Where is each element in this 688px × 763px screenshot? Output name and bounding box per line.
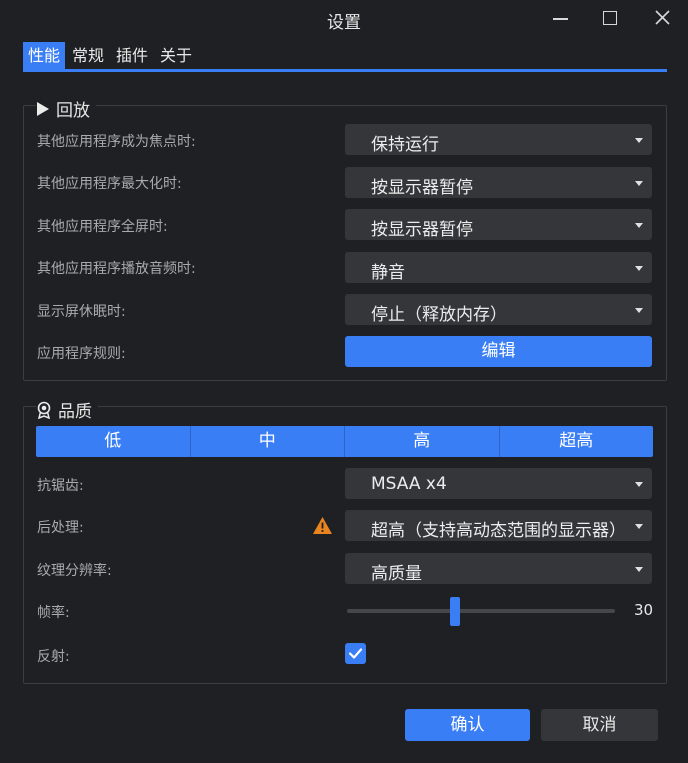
- antialiasing-dropdown-value: MSAA x4: [371, 474, 447, 494]
- settings-tabs: 性能 常规 插件 关于: [23, 42, 199, 69]
- chevron-down-icon: [635, 524, 643, 529]
- tab-underline: [23, 69, 667, 72]
- maximize-label: 其他应用程序最大化时:: [37, 176, 182, 192]
- antialiasing-label: 抗锯齿:: [37, 478, 84, 494]
- texture-label: 纹理分辨率:: [37, 563, 112, 579]
- checkmark-icon: [348, 648, 363, 659]
- framerate-slider-track[interactable]: [347, 609, 615, 613]
- chevron-down-icon: [635, 308, 643, 313]
- reflection-label: 反射:: [37, 649, 70, 665]
- close-icon[interactable]: [650, 6, 676, 30]
- chevron-down-icon: [635, 223, 643, 228]
- cancel-button[interactable]: 取消: [541, 709, 658, 741]
- maximize-dropdown-value: 按显示器暂停: [371, 178, 473, 198]
- focus-dropdown-value: 保持运行: [371, 135, 439, 155]
- audio-label: 其他应用程序播放音频时:: [37, 261, 196, 277]
- quality-preset-high[interactable]: 高: [345, 426, 500, 457]
- tab-about[interactable]: 关于: [155, 42, 197, 69]
- postprocess-dropdown-value: 超高（支持高动态范围的显示器）: [371, 521, 626, 541]
- postprocess-dropdown[interactable]: 超高（支持高动态范围的显示器）: [345, 510, 652, 541]
- antialiasing-dropdown[interactable]: MSAA x4: [345, 468, 652, 499]
- quality-preset-ultra[interactable]: 超高: [500, 426, 654, 457]
- fullscreen-dropdown-value: 按显示器暂停: [371, 220, 473, 240]
- maximize-dropdown[interactable]: 按显示器暂停: [345, 167, 652, 198]
- confirm-button[interactable]: 确认: [405, 709, 530, 741]
- tab-performance[interactable]: 性能: [23, 42, 66, 69]
- audio-dropdown[interactable]: 静音: [345, 252, 652, 283]
- chevron-down-icon: [635, 567, 643, 572]
- window-title: 设置: [327, 13, 361, 33]
- texture-dropdown-value: 高质量: [371, 564, 422, 584]
- audio-dropdown-value: 静音: [371, 263, 405, 283]
- focus-label: 其他应用程序成为焦点时:: [37, 134, 196, 150]
- chevron-down-icon: [635, 266, 643, 271]
- texture-dropdown[interactable]: 高质量: [345, 553, 652, 584]
- quality-preset-medium[interactable]: 中: [191, 426, 345, 457]
- framerate-value: 30: [634, 601, 654, 619]
- title-bar: 设置: [0, 0, 688, 38]
- quality-preset-selector: 低 中 高 超高: [36, 426, 653, 457]
- reflection-checkbox[interactable]: [345, 643, 366, 664]
- quality-group-title: 品质: [36, 397, 98, 422]
- tab-general[interactable]: 常规: [67, 42, 109, 69]
- tab-plugins[interactable]: 插件: [111, 42, 153, 69]
- quality-title-text: 品质: [58, 402, 92, 422]
- framerate-label: 帧率:: [37, 605, 70, 621]
- play-icon: [37, 101, 49, 116]
- chevron-down-icon: [635, 482, 643, 487]
- quality-preset-low[interactable]: 低: [36, 426, 191, 457]
- sleep-dropdown[interactable]: 停止（释放内存）: [345, 294, 652, 325]
- focus-dropdown[interactable]: 保持运行: [345, 124, 652, 155]
- sleep-label: 显示屏休眠时:: [37, 304, 126, 320]
- maximize-icon[interactable]: [598, 6, 624, 30]
- award-icon: [37, 401, 51, 419]
- warning-icon: [313, 517, 332, 534]
- fullscreen-label: 其他应用程序全屏时:: [37, 219, 168, 235]
- postprocess-label: 后处理:: [37, 520, 84, 536]
- playback-title-text: 回放: [56, 101, 90, 121]
- chevron-down-icon: [635, 138, 643, 143]
- fullscreen-dropdown[interactable]: 按显示器暂停: [345, 209, 652, 240]
- minimize-icon[interactable]: [548, 6, 574, 30]
- edit-rules-button[interactable]: 编辑: [345, 336, 652, 367]
- framerate-slider-handle[interactable]: [450, 597, 460, 626]
- playback-group-title: 回放: [36, 96, 96, 121]
- sleep-dropdown-value: 停止（释放内存）: [371, 305, 507, 325]
- chevron-down-icon: [635, 181, 643, 186]
- app-rules-label: 应用程序规则:: [37, 346, 126, 362]
